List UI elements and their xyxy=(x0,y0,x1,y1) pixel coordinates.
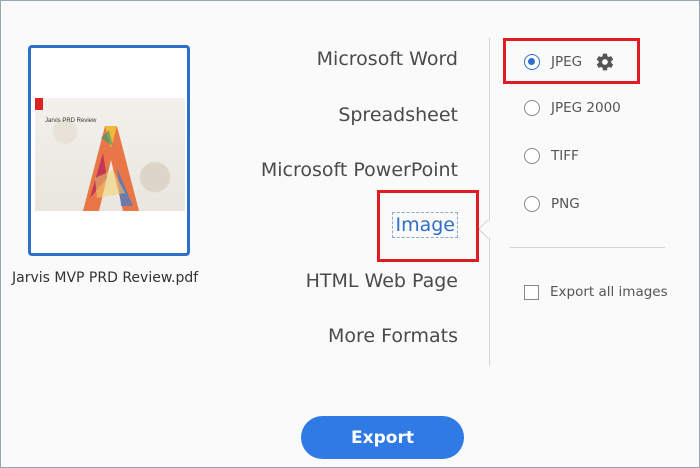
option-tiff[interactable]: TIFF xyxy=(524,148,579,164)
option-label: TIFF xyxy=(551,148,579,164)
jpeg-radio[interactable] xyxy=(524,54,540,70)
format-label: Microsoft PowerPoint xyxy=(260,159,458,181)
gear-icon[interactable] xyxy=(595,52,615,72)
format-html-web-page[interactable]: HTML Web Page xyxy=(306,270,458,292)
format-microsoft-word[interactable]: Microsoft Word xyxy=(317,48,458,70)
png-radio[interactable] xyxy=(524,196,540,212)
option-png[interactable]: PNG xyxy=(524,196,580,212)
selection-pointer xyxy=(478,219,498,239)
checkbox-label: Export all images xyxy=(550,284,668,300)
options-divider xyxy=(510,247,665,248)
vertical-divider xyxy=(489,38,490,366)
thumbnail-page: Jarvis PRD Review xyxy=(35,98,185,211)
file-name: Jarvis MVP PRD Review.pdf xyxy=(12,270,199,286)
format-microsoft-powerpoint[interactable]: Microsoft PowerPoint xyxy=(261,159,458,181)
adobe-logo-artwork xyxy=(83,126,139,211)
export-all-images-checkbox[interactable] xyxy=(524,284,539,300)
format-label: Spreadsheet xyxy=(338,104,458,126)
option-jpeg-2000[interactable]: JPEG 2000 xyxy=(524,100,621,116)
document-thumbnail[interactable]: Jarvis PRD Review xyxy=(28,45,190,256)
option-label: JPEG 2000 xyxy=(551,100,621,116)
format-label: HTML Web Page xyxy=(305,270,458,292)
format-label: More Formats xyxy=(328,325,458,347)
export-all-images-option[interactable]: Export all images xyxy=(524,284,668,300)
format-more-formats[interactable]: More Formats xyxy=(328,325,458,347)
format-label: Microsoft Word xyxy=(316,48,458,70)
format-label: Image xyxy=(392,212,458,238)
tiff-radio[interactable] xyxy=(524,148,540,164)
export-button[interactable]: Export xyxy=(301,416,464,459)
format-image[interactable]: Image xyxy=(392,212,458,238)
format-spreadsheet[interactable]: Spreadsheet xyxy=(338,104,458,126)
jpeg-2000-radio[interactable] xyxy=(524,100,540,116)
option-jpeg[interactable]: JPEG xyxy=(524,52,615,72)
option-label: JPEG xyxy=(551,54,583,70)
option-label: PNG xyxy=(551,196,580,212)
